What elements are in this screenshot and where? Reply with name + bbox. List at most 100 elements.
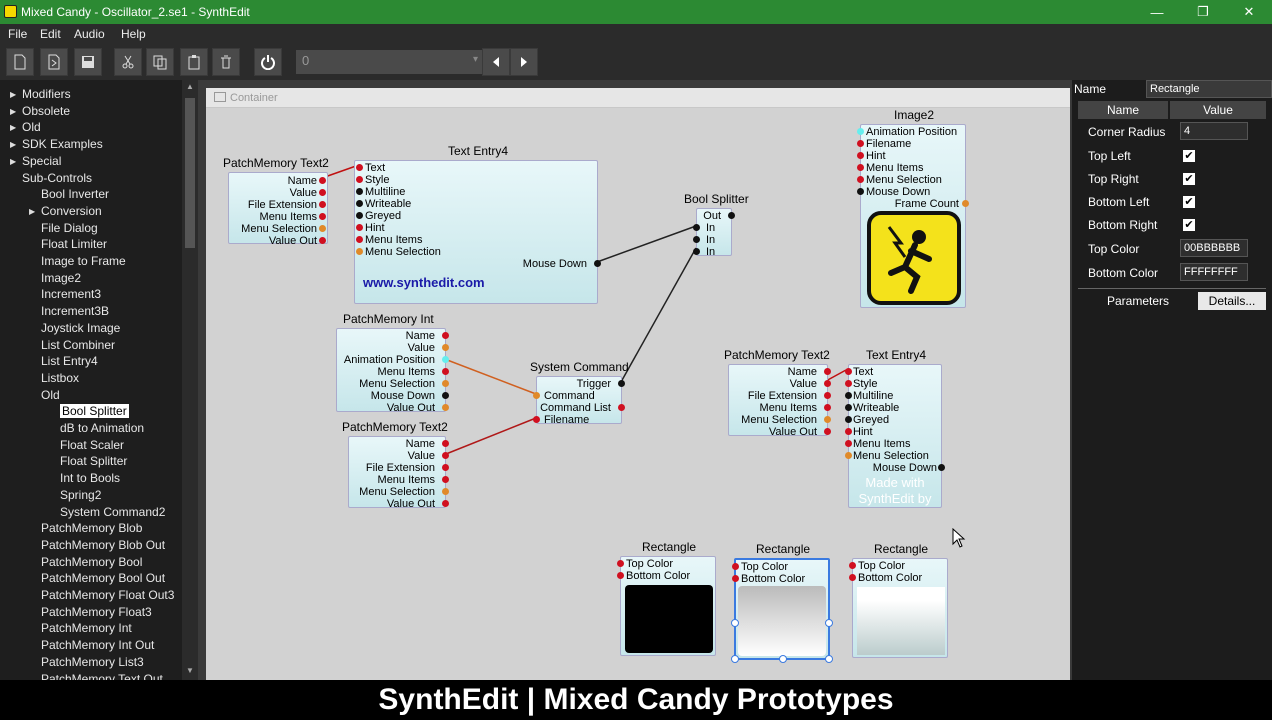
pin-dot[interactable]	[845, 440, 852, 447]
pin-dot[interactable]	[356, 236, 363, 243]
pin-dot[interactable]	[442, 440, 449, 447]
tree-item[interactable]: PatchMemory Bool	[0, 555, 182, 572]
tree-item[interactable]: PatchMemory Float3	[0, 605, 182, 622]
pin-dot[interactable]	[938, 464, 945, 471]
cut-button[interactable]	[114, 48, 142, 76]
pin-dot[interactable]	[693, 236, 700, 243]
pin-dot[interactable]	[442, 476, 449, 483]
tree-item[interactable]: ▶ Obsolete	[0, 104, 182, 121]
tree-item[interactable]: Bool Inverter	[0, 187, 182, 204]
property-checkbox[interactable]: ✔	[1183, 150, 1195, 162]
pin-dot[interactable]	[319, 213, 326, 220]
prev-preset-button[interactable]	[482, 48, 510, 76]
menu-edit[interactable]: Edit	[40, 27, 61, 41]
tree-item[interactable]: Old	[0, 388, 182, 405]
tree-item[interactable]: Spring2	[0, 488, 182, 505]
module-text-entry4[interactable]: Text Style Multiline Writeable Greyed Hi…	[354, 160, 601, 304]
minimize-button[interactable]: —	[1134, 0, 1180, 24]
tree-item[interactable]: Float Limiter	[0, 237, 182, 254]
pin-dot[interactable]	[442, 464, 449, 471]
maximize-button[interactable]: ❐	[1180, 0, 1226, 24]
pin-dot[interactable]	[319, 177, 326, 184]
tree-item[interactable]: Increment3B	[0, 304, 182, 321]
tree-item[interactable]: PatchMemory Blob	[0, 521, 182, 538]
open-file-button[interactable]	[40, 48, 68, 76]
close-button[interactable]: ✕	[1226, 0, 1272, 24]
pin-dot[interactable]	[319, 225, 326, 232]
expand-arrow-icon[interactable]: ▶	[29, 207, 35, 216]
tree-item[interactable]: ▶ Modifiers	[0, 87, 182, 104]
tree-item[interactable]: PatchMemory Int	[0, 621, 182, 638]
expand-arrow-icon[interactable]: ▶	[10, 140, 16, 149]
scroll-down-icon[interactable]: ▼	[186, 666, 194, 675]
tree-item[interactable]: PatchMemory Text Out	[0, 672, 182, 681]
property-checkbox[interactable]: ✔	[1183, 219, 1195, 231]
paste-button[interactable]	[180, 48, 208, 76]
pin-dot[interactable]	[356, 224, 363, 231]
pin-dot[interactable]	[618, 380, 625, 387]
pin-dot[interactable]	[845, 416, 852, 423]
pin-dot[interactable]	[857, 164, 864, 171]
pin-dot[interactable]	[693, 248, 700, 255]
pin-dot[interactable]	[442, 404, 449, 411]
pin-dot[interactable]	[824, 428, 831, 435]
property-checkbox[interactable]: ✔	[1183, 196, 1195, 208]
power-button[interactable]	[254, 48, 282, 76]
module-rectangle-selected[interactable]: Top Color Bottom Color	[731, 558, 833, 663]
pin-dot[interactable]	[356, 200, 363, 207]
tree-item[interactable]: PatchMemory List3	[0, 655, 182, 672]
pin-dot[interactable]	[319, 189, 326, 196]
module-patchmemory-text2[interactable]: Name Value File Extension Menu Items Men…	[228, 172, 328, 247]
expand-arrow-icon[interactable]: ▶	[10, 90, 16, 99]
pin-dot[interactable]	[732, 563, 739, 570]
pin-dot[interactable]	[442, 356, 449, 363]
scroll-up-icon[interactable]: ▲	[186, 82, 194, 91]
pin-dot[interactable]	[849, 574, 856, 581]
resize-handle[interactable]	[825, 655, 833, 663]
tree-item[interactable]: System Command2	[0, 505, 182, 522]
pin-dot[interactable]	[857, 188, 864, 195]
expand-arrow-icon[interactable]: ▶	[10, 123, 16, 132]
pin-dot[interactable]	[824, 404, 831, 411]
tree-item[interactable]: ▶ SDK Examples	[0, 137, 182, 154]
tree-item[interactable]: Float Scaler	[0, 438, 182, 455]
tab-details[interactable]: Details...	[1198, 292, 1266, 310]
pin-dot[interactable]	[533, 416, 540, 423]
module-system-command[interactable]: Trigger Command Command List Filename	[533, 376, 625, 426]
pin-dot[interactable]	[356, 248, 363, 255]
next-preset-button[interactable]	[510, 48, 538, 76]
pin-dot[interactable]	[594, 260, 601, 267]
pin-dot[interactable]	[857, 152, 864, 159]
module-patchmemory-int[interactable]: Name Value Animation Position Menu Items…	[336, 328, 449, 414]
pin-dot[interactable]	[356, 212, 363, 219]
tree-item[interactable]: Sub-Controls	[0, 171, 182, 188]
tree-item[interactable]: Increment3	[0, 287, 182, 304]
pin-dot[interactable]	[442, 344, 449, 351]
tree-item[interactable]: List Combiner	[0, 338, 182, 355]
resize-handle[interactable]	[731, 619, 739, 627]
scroll-thumb[interactable]	[185, 98, 195, 248]
pin-dot[interactable]	[857, 128, 864, 135]
name-field[interactable]: Rectangle	[1146, 80, 1272, 98]
pin-dot[interactable]	[442, 368, 449, 375]
delete-button[interactable]	[212, 48, 240, 76]
pin-dot[interactable]	[845, 452, 852, 459]
tree-item[interactable]: PatchMemory Int Out	[0, 638, 182, 655]
property-value-field[interactable]: 00BBBBBB	[1180, 239, 1248, 257]
pin-dot[interactable]	[693, 224, 700, 231]
menu-audio[interactable]: Audio	[74, 27, 105, 41]
tree-item[interactable]: dB to Animation	[0, 421, 182, 438]
pin-dot[interactable]	[442, 500, 449, 507]
expand-arrow-icon[interactable]: ▶	[10, 157, 16, 166]
menu-file[interactable]: File	[8, 27, 27, 41]
tree-item[interactable]: Joystick Image	[0, 321, 182, 338]
resize-handle[interactable]	[731, 655, 739, 663]
property-checkbox[interactable]: ✔	[1183, 173, 1195, 185]
pin-dot[interactable]	[319, 201, 326, 208]
tab-parameters[interactable]: Parameters	[1078, 292, 1198, 310]
preset-combo[interactable]: 0 ▾	[296, 50, 484, 74]
pin-dot[interactable]	[824, 416, 831, 423]
pin-dot[interactable]	[824, 368, 831, 375]
container-panel[interactable]: Container PatchMemory Text2 Name Value F…	[206, 88, 1070, 680]
tree-item[interactable]: PatchMemory Blob Out	[0, 538, 182, 555]
